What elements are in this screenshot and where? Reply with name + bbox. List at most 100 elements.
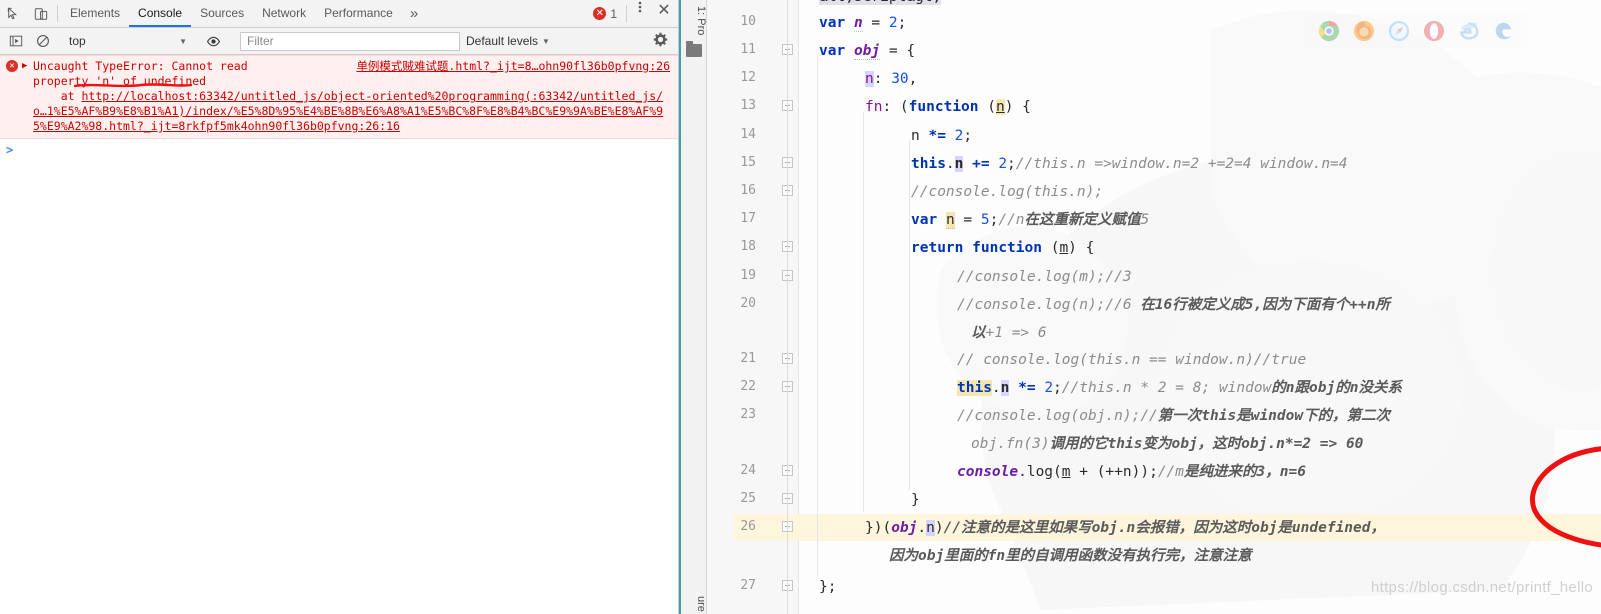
opera-icon[interactable] [1423,20,1445,42]
tool-window-structure[interactable]: ure [681,592,707,612]
code-row-13[interactable]: fn: (function (n) { [865,98,1031,116]
toolbar-divider-2 [626,5,627,22]
line-number: 21 [740,351,756,366]
console-input-prompt[interactable]: > [0,139,678,161]
error-message-line2c: of undefined [116,74,207,88]
execution-context-value: top [69,34,86,48]
filter-input[interactable]: Filter [240,31,460,51]
line-number: 24 [740,463,756,478]
code-row-10[interactable]: var n = 2; [819,14,906,32]
code-row-11[interactable]: var obj = { [819,42,915,60]
line-number: 15 [740,155,756,170]
devtools-menu-icon[interactable] [630,0,650,27]
csdn-watermark: https://blog.csdn.net/printf_hello [1370,579,1593,596]
code-row-23-wrap[interactable]: obj.fn(3)调用的它this变为obj，这时obj.n*=2 => 60 [971,435,1363,453]
stack-url-link[interactable]: http://localhost:63342/untitled_js/objec… [33,89,663,133]
error-message-line1: Uncaught TypeError: Cannot read [33,59,248,73]
devtools-tabbar: Elements Console Sources Network Perform… [0,0,678,28]
edge-icon[interactable] [1493,20,1515,42]
log-levels-value: Default levels [466,34,539,48]
code-row-19[interactable]: //console.log(m);//3 [957,268,1132,286]
screen-root: Elements Console Sources Network Perform… [0,0,1601,614]
tab-elements[interactable]: Elements [61,0,129,27]
stack-at-label: at [33,89,82,103]
code-row-20[interactable]: //console.log(n);//6 在16行被定义成5,因为下面有个++n… [957,296,1390,314]
tabbar-spacer [426,0,593,27]
tab-network[interactable]: Network [253,0,315,27]
error-source-link[interactable]: 单例模式贼难试题.html?_ijt=8…ohn90fl36b0pfvng:26 [356,59,670,74]
code-row-26-wrap[interactable]: 因为obj里面的fn里的自调用函数没有执行完，注意注意 [889,547,1252,565]
tab-sources[interactable]: Sources [191,0,253,27]
line-number: 11 [740,42,756,57]
tab-console[interactable]: Console [129,0,192,27]
tool-window-project[interactable]: 1: Pro [681,2,707,35]
more-tabs-icon[interactable]: » [402,0,426,27]
project-folder-icon[interactable] [686,41,702,57]
code-row-17[interactable]: var n = 5;//n在这重新定义赋值5 [911,211,1149,229]
editor-code-area[interactable]: &lt;script&gt; var n = 2; var obj = { n: 30… [799,0,1601,614]
editor-gutter[interactable]: 10 11 12 13 14 15 16 17 18 19 20 21 22 23 24 25 26 27 [707,0,825,614]
code-row-24[interactable]: console.log(m + (++n));//m是纯进来的3，n=6 [957,463,1306,481]
indent-guide [863,112,864,512]
line-number: 10 [740,14,756,29]
code-row-script-tag[interactable]: &lt;script&gt; [819,0,942,6]
code-row-26[interactable]: })(obj.n)//注意的是这里如果写obj.n会报错，因为这时obj是und… [865,519,1385,537]
line-number: 26 [740,519,756,534]
line-number: 22 [740,379,756,394]
line-number: 17 [740,211,756,226]
line-number: 16 [740,183,756,198]
code-row-14[interactable]: n *= 2; [911,127,972,145]
log-levels-select[interactable]: Default levels ▼ [466,34,550,48]
code-row-27[interactable]: }; [819,578,836,596]
live-expression-icon[interactable] [200,34,227,49]
settings-gear-icon[interactable] [653,32,676,50]
console-output[interactable]: ✕ ▶ 单例模式贼难试题.html?_ijt=8…ohn90fl36b0pfvn… [0,55,678,614]
firefox-icon[interactable] [1353,20,1375,42]
tab-performance[interactable]: Performance [315,0,402,27]
code-row-18[interactable]: return function (m) { [911,239,1094,257]
safari-icon[interactable] [1388,20,1410,42]
ide-tool-sidebar: 1: Pro ure [681,0,707,614]
error-message-line2a: property [33,74,96,88]
code-row-16[interactable]: //console.log(this.n); [911,183,1103,201]
code-row-21[interactable]: // console.log(this.n == window.n)//true [957,351,1306,369]
filter-placeholder: Filter [247,34,274,48]
clear-console-icon[interactable] [29,34,56,48]
line-number: 23 [740,407,756,422]
code-row-23[interactable]: //console.log(obj.n);//第一次this是window下的，… [957,407,1390,425]
browser-launcher-toolbar[interactable] [1306,14,1527,48]
error-count-value: 1 [610,6,617,21]
line-number: 13 [740,98,756,113]
code-row-25[interactable]: } [911,491,920,509]
line-number: 20 [740,296,756,311]
error-stacktrace: at http://localhost:63342/untitled_js/ob… [33,89,672,134]
line-number: 14 [740,127,756,142]
code-row-15[interactable]: this.n += 2;//this.n =>window.n=2 +=2=4 … [911,155,1348,173]
inspect-element-icon[interactable] [0,0,27,27]
error-count-badge[interactable]: ✕ 1 [593,0,623,27]
console-filterbar: top ▼ Filter Default levels ▼ [0,28,678,55]
expand-arrow-icon[interactable]: ▶ [22,59,27,74]
code-row-12[interactable]: n: 30, [865,70,917,88]
internet-explorer-icon[interactable] [1458,20,1480,42]
code-row-22[interactable]: this.n *= 2;//this.n * 2 = 8; window的n跟o… [957,379,1402,397]
error-circle-icon: ✕ [593,7,607,20]
devtools-panel: Elements Console Sources Network Perform… [0,0,679,614]
line-number: 19 [740,268,756,283]
code-row-20-wrap[interactable]: 以+1 => 6 [971,324,1047,342]
prompt-caret-icon: > [6,143,14,157]
error-message-line2b: 'n' [95,74,117,88]
ide-editor-panel: 1: Pro ure 10 11 12 13 14 15 16 17 18 19 20 21 22 23 2… [679,0,1601,614]
line-number: 12 [740,70,756,85]
fold-guide-line [787,0,788,614]
console-error-entry[interactable]: ✕ ▶ 单例模式贼难试题.html?_ijt=8…ohn90fl36b0pfvn… [0,55,678,139]
indent-guide [909,140,910,490]
device-toolbar-icon[interactable] [27,0,54,27]
chevron-down-icon-levels: ▼ [542,36,550,46]
toolbar-divider [57,5,58,22]
close-icon[interactable]: ✕ [650,0,678,27]
line-number: 27 [740,578,756,593]
chrome-icon[interactable] [1318,20,1340,42]
execute-snippet-icon[interactable] [2,34,29,48]
execution-context-select[interactable]: top ▼ [63,34,193,48]
